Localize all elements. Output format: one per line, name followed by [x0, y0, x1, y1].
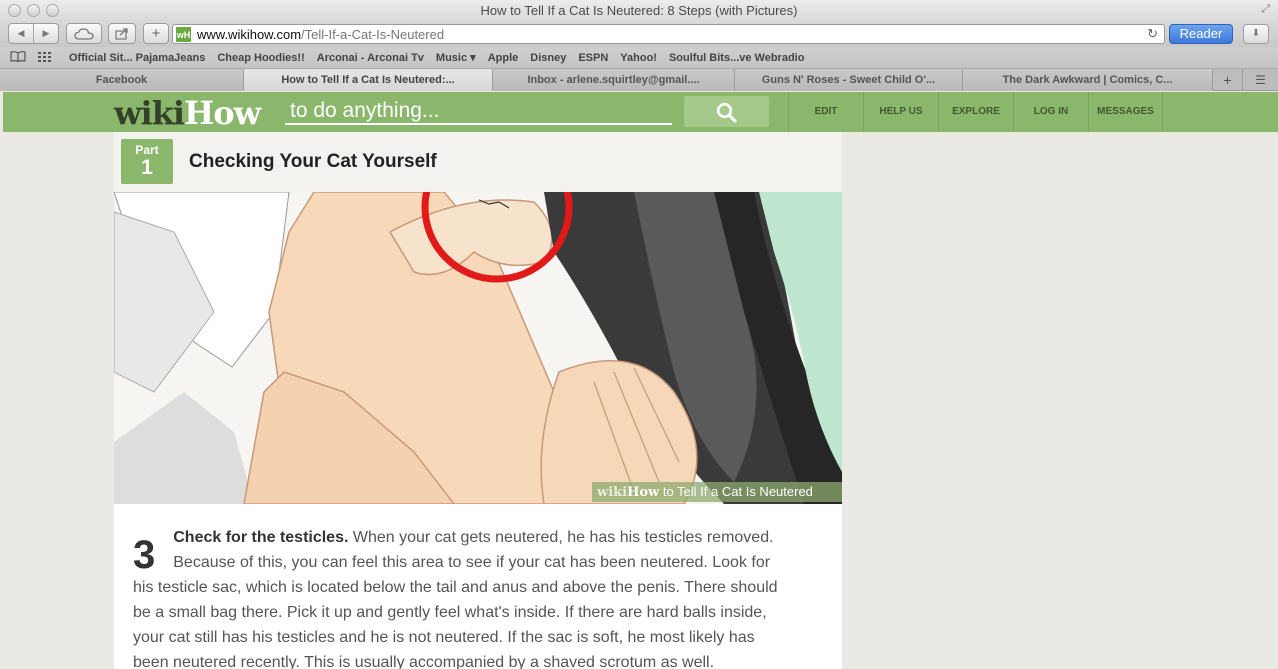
share-icon[interactable] — [108, 23, 136, 44]
fullscreen-icon[interactable]: ⤢ — [1261, 3, 1270, 16]
back-icon[interactable]: ◀ — [9, 28, 33, 39]
step-heading: Check for the testicles. — [173, 529, 349, 546]
nav-explore[interactable]: EXPLORE — [938, 92, 1013, 132]
window-title: How to Tell If a Cat Is Neutered: 8 Step… — [480, 3, 798, 18]
forward-icon[interactable]: ▶ — [34, 28, 58, 39]
tab-list-icon[interactable]: ☰ — [1243, 69, 1278, 90]
new-tab-icon[interactable]: + — [1213, 69, 1243, 91]
part-header: Part 1 Checking Your Cat Yourself — [114, 132, 842, 192]
tab-inbox[interactable]: Inbox - arlene.squirtley@gmail.... — [493, 69, 735, 91]
window-titlebar: How to Tell If a Cat Is Neutered: 8 Step… — [0, 0, 1278, 22]
bookmark-soulful-bits[interactable]: Soulful Bits...ve Webradio — [669, 52, 804, 64]
reload-icon[interactable]: ↻ — [1147, 26, 1158, 42]
top-sites-icon[interactable] — [38, 50, 52, 65]
url-domain: www.wikihow.com — [197, 27, 302, 42]
address-bar[interactable]: wH www.wikihow.com/Tell-If-a-Cat-Is-Neut… — [172, 24, 1165, 44]
wikihow-header: wikiHow to do anything... EDIT HELP US E… — [3, 92, 1278, 132]
watermark-wiki: wiki — [597, 485, 628, 500]
watermark-how: How — [627, 485, 660, 500]
part-badge: Part 1 — [121, 139, 173, 184]
article-content: Part 1 Checking Your Cat Yourself wikiHo… — [114, 132, 842, 669]
step-number: 3 — [133, 533, 156, 577]
logo-wiki: wiki — [114, 94, 185, 132]
download-icon[interactable]: ⬇ — [1243, 24, 1269, 44]
search-input[interactable]: to do anything... — [285, 99, 672, 125]
icloud-icon[interactable] — [66, 23, 102, 44]
wikihow-favicon-icon: wH — [176, 27, 191, 42]
search-icon — [716, 102, 737, 123]
step-3: 3 Check for the testicles. When your cat… — [133, 525, 783, 669]
logo-how: How — [184, 94, 261, 132]
bookmark-disney[interactable]: Disney — [530, 52, 566, 64]
tab-bar: Facebook How to Tell If a Cat Is Neutere… — [0, 69, 1278, 91]
back-forward-buttons: ◀ ▶ — [8, 23, 59, 44]
url-path: /Tell-If-a-Cat-Is-Neutered — [301, 27, 445, 42]
bookmark-cheap-hoodies[interactable]: Cheap Hoodies!! — [217, 52, 304, 64]
bookmark-music-folder[interactable]: Music ▾ — [436, 51, 476, 64]
add-icon[interactable]: + — [143, 23, 169, 44]
step-body: When your cat gets neutered, he has his … — [133, 529, 778, 669]
tab-dark-awkward[interactable]: The Dark Awkward | Comics, C... — [963, 69, 1213, 91]
tab-guns-n-roses[interactable]: Guns N' Roses - Sweet Child O'... — [735, 69, 963, 91]
watermark-text: to Tell If a Cat Is Neutered — [659, 484, 813, 499]
image-watermark: wikiHow to Tell If a Cat Is Neutered — [592, 482, 842, 502]
bookmark-yahoo[interactable]: Yahoo! — [620, 52, 657, 64]
bookmarks-bar: Official Sit... PajamaJeans Cheap Hoodie… — [0, 47, 1278, 69]
nav-help-us[interactable]: HELP US — [863, 92, 938, 132]
url-text: www.wikihow.com/Tell-If-a-Cat-Is-Neutere… — [197, 27, 444, 42]
part-number: 1 — [141, 156, 153, 179]
bookmark-espn[interactable]: ESPN — [578, 52, 608, 64]
step-illustration[interactable]: wikiHow to Tell If a Cat Is Neutered — [114, 192, 842, 504]
search-button[interactable] — [684, 96, 769, 127]
nav-log-in[interactable]: LOG IN — [1013, 92, 1088, 132]
part-title: Checking Your Cat Yourself — [189, 151, 437, 172]
illustration-image — [114, 192, 842, 504]
nav-edit[interactable]: EDIT — [788, 92, 863, 132]
tab-wikihow[interactable]: How to Tell If a Cat Is Neutered:... — [244, 69, 493, 91]
tab-facebook[interactable]: Facebook — [0, 69, 244, 91]
wikihow-logo[interactable]: wikiHow — [114, 94, 261, 132]
bookmark-pajamajeans[interactable]: Official Sit... PajamaJeans — [69, 52, 205, 64]
reader-button[interactable]: Reader — [1169, 24, 1233, 44]
bookmark-apple[interactable]: Apple — [488, 52, 519, 64]
nav-messages[interactable]: MESSAGES — [1088, 92, 1163, 132]
reading-list-icon[interactable] — [10, 50, 26, 65]
browser-toolbar: ◀ ▶ + wH www.wikihow.com/Tell-If-a-Cat-I… — [0, 22, 1278, 47]
bookmark-arconai[interactable]: Arconai - Arconai Tv — [317, 52, 424, 64]
